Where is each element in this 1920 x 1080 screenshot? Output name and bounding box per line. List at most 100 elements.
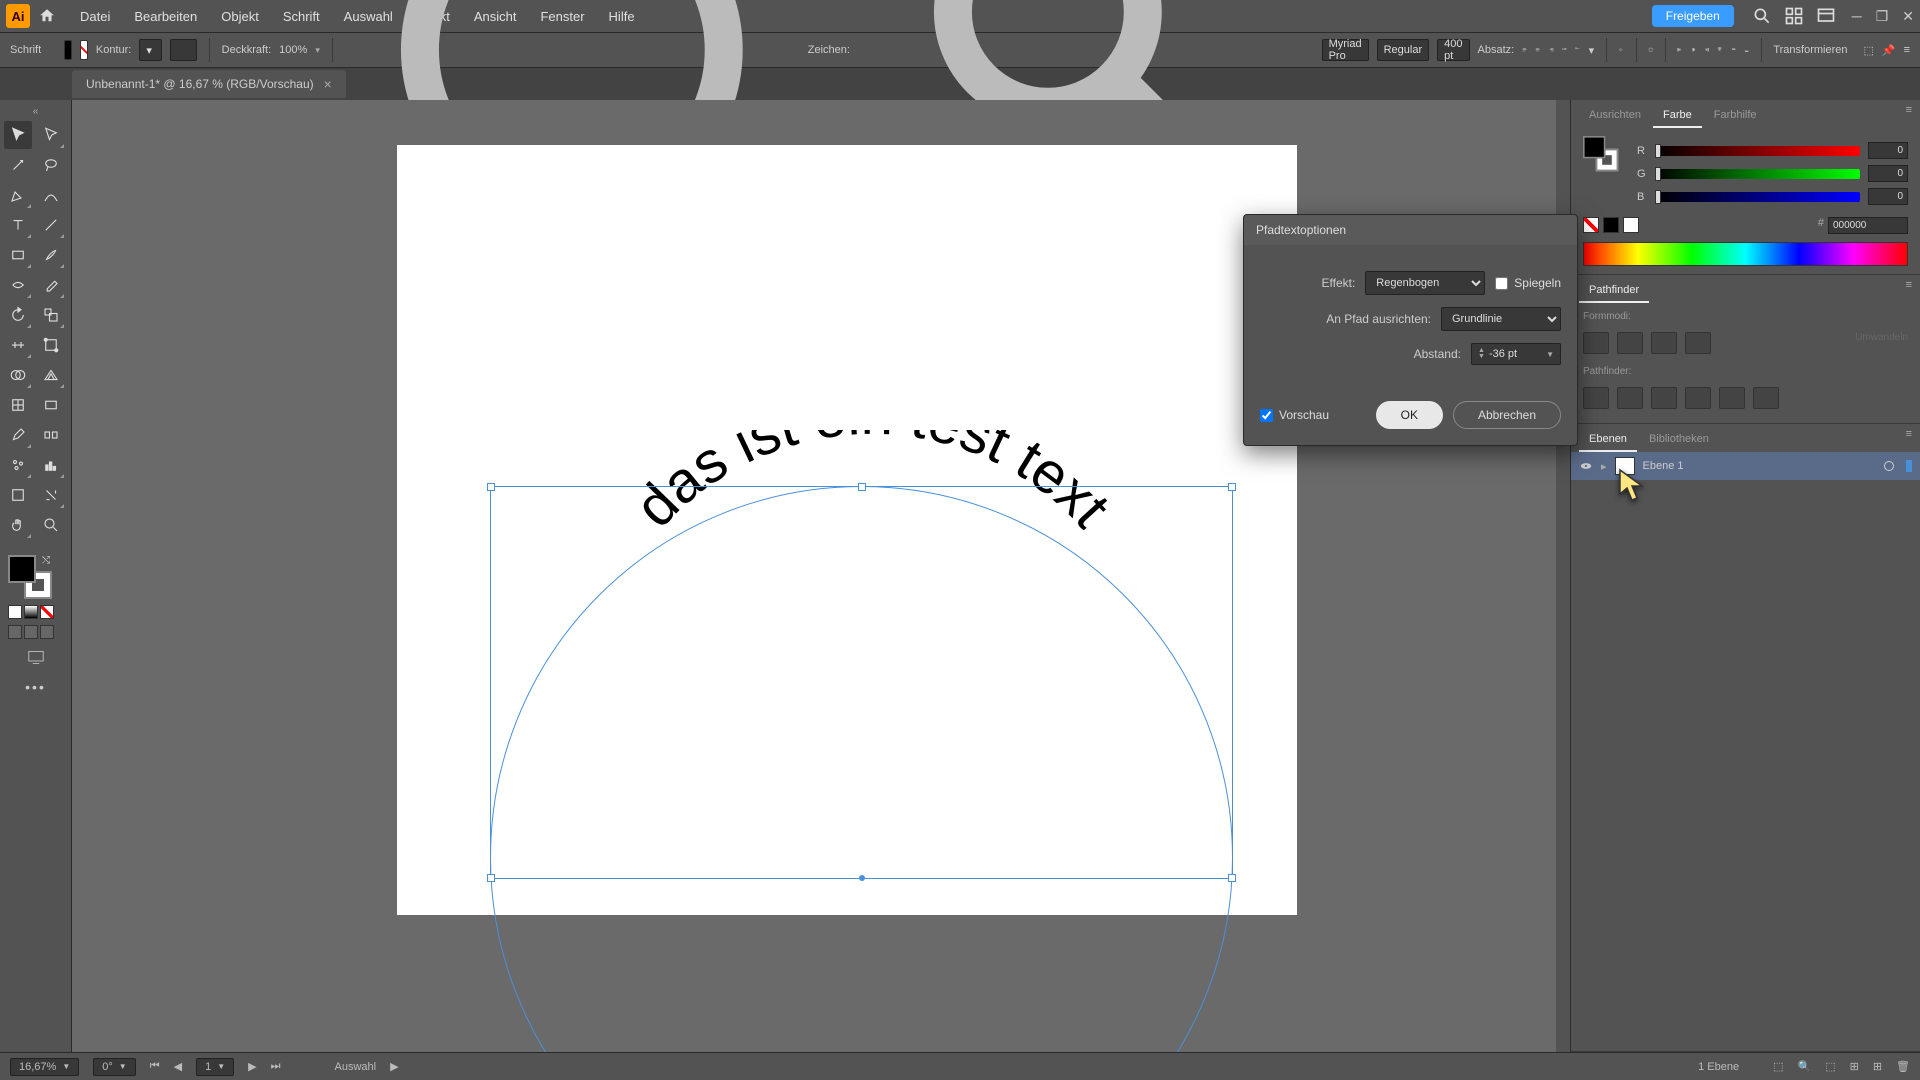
artboard-nav-next[interactable]: ▶ [248, 1060, 256, 1073]
column-graph-tool[interactable] [37, 451, 65, 479]
selection-handle[interactable] [1228, 483, 1236, 491]
curvature-tool[interactable] [37, 181, 65, 209]
perspective-grid-tool[interactable] [37, 361, 65, 389]
stroke-weight-dropdown[interactable]: ▾ [139, 39, 162, 61]
text-options-button[interactable]: ▾ [1589, 39, 1595, 61]
r-slider[interactable] [1655, 146, 1860, 156]
new-sublayer-icon[interactable]: ⊞ [1850, 1060, 1859, 1073]
align-obj-1[interactable] [1677, 39, 1682, 61]
magic-wand-tool[interactable] [4, 151, 32, 179]
align-obj-6[interactable] [1744, 39, 1749, 61]
stroke-swatch[interactable] [80, 40, 88, 60]
draw-normal-icon[interactable] [8, 625, 22, 639]
rectangle-tool[interactable] [4, 241, 32, 269]
panel-menu-icon[interactable]: ≡ [1906, 104, 1912, 128]
effekt-dropdown[interactable]: Regenbogen [1365, 271, 1485, 295]
direct-selection-tool[interactable] [37, 121, 65, 149]
line-tool[interactable] [37, 211, 65, 239]
panel-menu-icon[interactable]: ≡ [1904, 39, 1910, 61]
fill-swatch[interactable] [64, 40, 72, 60]
menu-objekt[interactable]: Objekt [209, 9, 271, 24]
abstand-input[interactable]: ▲▼ ▼ [1471, 343, 1561, 365]
color-mode-none[interactable] [40, 605, 54, 619]
selection-tool[interactable] [4, 121, 32, 149]
tab-farbe[interactable]: Farbe [1653, 104, 1702, 128]
align-center-button[interactable] [1535, 39, 1540, 61]
type-tool[interactable] [4, 211, 32, 239]
fill-color-swatch[interactable] [8, 555, 36, 583]
swap-fill-stroke-icon[interactable]: ⤭ [42, 555, 50, 566]
trim-button[interactable] [1617, 387, 1643, 409]
artboard-nav-first[interactable]: ⏮ [150, 1060, 160, 1073]
width-tool[interactable] [4, 331, 32, 359]
none-swatch[interactable] [1583, 217, 1599, 233]
symbol-sprayer-tool[interactable] [4, 451, 32, 479]
align-right-button[interactable] [1549, 39, 1554, 61]
status-nav[interactable]: ▶ [390, 1060, 398, 1073]
search-icon[interactable] [1752, 6, 1772, 26]
hand-tool[interactable] [4, 511, 32, 539]
free-transform-tool[interactable] [37, 331, 65, 359]
menu-bearbeiten[interactable]: Bearbeiten [122, 9, 209, 24]
menu-schrift[interactable]: Schrift [271, 9, 332, 24]
zoom-level[interactable]: 16,67%▼ [10, 1058, 79, 1076]
vorschau-checkbox[interactable] [1260, 409, 1273, 422]
layer-name[interactable]: Ebene 1 [1643, 460, 1684, 472]
selection-handle[interactable] [487, 483, 495, 491]
minimize-button[interactable]: ─ [1852, 8, 1862, 25]
layers-panel-icon-3[interactable]: ⬚ [1825, 1060, 1835, 1073]
align-obj-3[interactable] [1704, 39, 1709, 61]
panel-fill-stroke[interactable] [1583, 136, 1618, 171]
panel-menu-icon[interactable]: ≡ [1906, 428, 1912, 452]
color-mode-gradient[interactable] [24, 605, 38, 619]
shaper-tool[interactable] [4, 271, 32, 299]
close-tab-icon[interactable]: × [324, 76, 332, 92]
visibility-icon[interactable] [1579, 459, 1593, 473]
artboard-nav-last[interactable]: ⏭ [271, 1060, 281, 1073]
fill-stroke-control[interactable]: ⤭ [8, 555, 52, 599]
tab-bibliotheken[interactable]: Bibliotheken [1639, 428, 1719, 452]
layers-panel-icon-2[interactable]: 🔍 [1797, 1060, 1811, 1073]
isolation-mode-icon[interactable]: ⬚ [1863, 39, 1873, 61]
minus-back-button[interactable] [1753, 387, 1779, 409]
artboard-tool[interactable] [4, 481, 32, 509]
transform-label[interactable]: Transformieren [1773, 44, 1847, 56]
numbered-list-button[interactable]: 1 [1575, 39, 1580, 61]
tab-pathfinder[interactable]: Pathfinder [1579, 279, 1649, 303]
align-left-button[interactable] [1522, 39, 1527, 61]
b-slider[interactable] [1655, 192, 1860, 202]
pin-icon[interactable]: 📌 [1882, 39, 1896, 61]
tab-ausrichten[interactable]: Ausrichten [1579, 104, 1651, 128]
document-tab[interactable]: Unbenannt-1* @ 16,67 % (RGB/Vorschau) × [72, 70, 346, 98]
align-to-selection-icon[interactable] [1648, 39, 1653, 61]
g-input[interactable] [1868, 165, 1908, 182]
outline-button[interactable] [1719, 387, 1745, 409]
new-layer-icon[interactable]: ⊞ [1873, 1060, 1882, 1073]
ok-button[interactable]: OK [1376, 401, 1443, 429]
mesh-tool[interactable] [4, 391, 32, 419]
rotate-tool[interactable] [4, 301, 32, 329]
bullet-list-button[interactable] [1562, 39, 1567, 61]
font-style-dropdown[interactable]: Regular [1377, 39, 1430, 61]
share-button[interactable]: Freigeben [1652, 5, 1734, 27]
artboard-nav-prev[interactable]: ◀ [174, 1060, 182, 1073]
scale-tool[interactable] [37, 301, 65, 329]
zoom-tool[interactable] [37, 511, 65, 539]
app-logo[interactable]: Ai [6, 4, 30, 28]
warp-icon[interactable] [1618, 39, 1623, 61]
rotation-field[interactable]: 0°▼ [93, 1058, 135, 1076]
expand-layer-icon[interactable]: ▸ [1601, 460, 1607, 473]
stroke-profile-dropdown[interactable] [170, 39, 197, 61]
tab-farbhilfe[interactable]: Farbhilfe [1704, 104, 1767, 128]
delete-layer-icon[interactable]: 🗑 [1896, 1060, 1910, 1073]
font-size-dropdown[interactable]: 400 pt [1437, 39, 1469, 61]
font-family-dropdown[interactable]: Myriad Pro [1322, 39, 1369, 61]
intersect-button[interactable] [1651, 332, 1677, 354]
divide-button[interactable] [1583, 387, 1609, 409]
spiegeln-checkbox[interactable] [1495, 277, 1508, 290]
opacity-value[interactable]: 100% [279, 44, 307, 56]
screen-mode-icon[interactable] [26, 649, 46, 665]
crop-button[interactable] [1685, 387, 1711, 409]
tab-ebenen[interactable]: Ebenen [1579, 428, 1637, 452]
workspace-icon[interactable] [1816, 6, 1836, 26]
